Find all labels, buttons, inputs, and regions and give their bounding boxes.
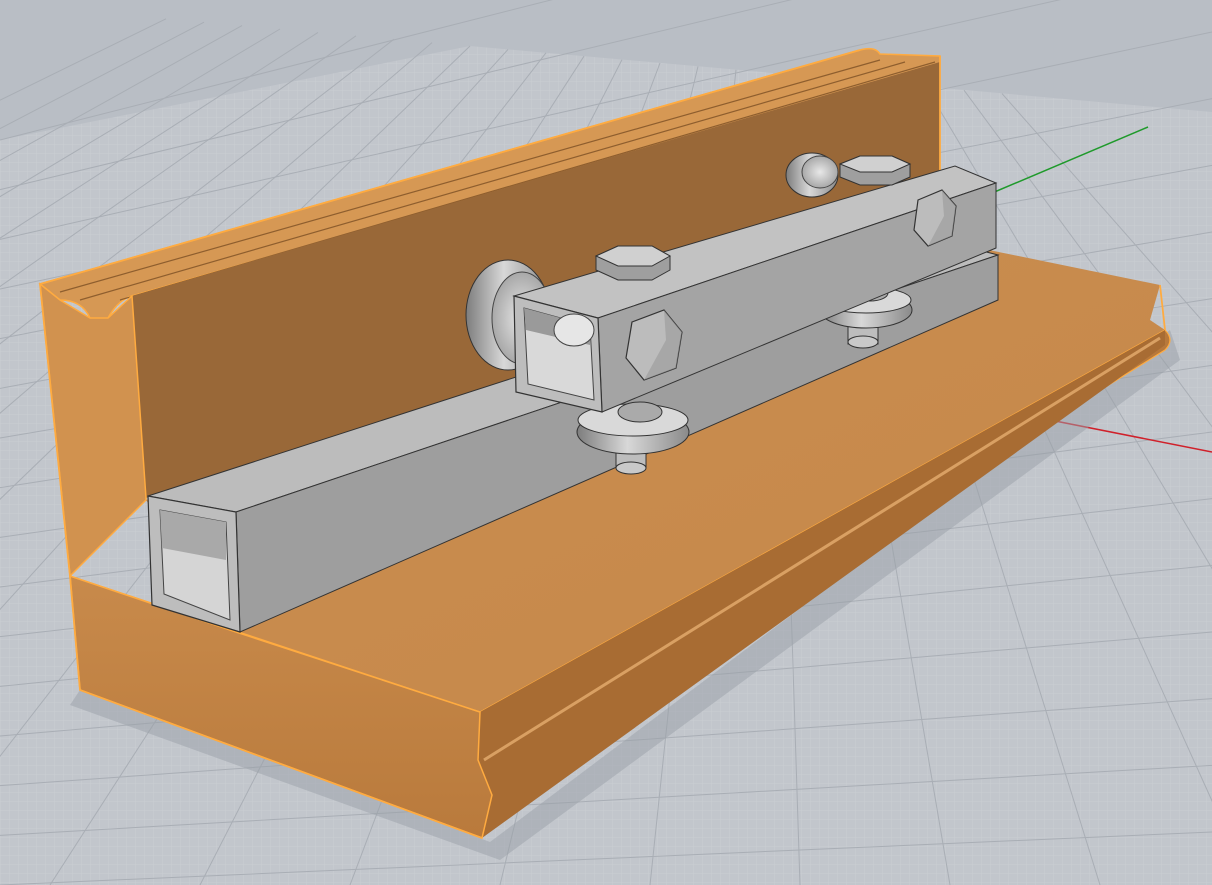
wheel-axle-cap [847, 335, 879, 349]
trolley-inner-axle [553, 313, 595, 347]
wheel-axle-cap [615, 461, 647, 475]
guide-wheel[interactable] [785, 152, 839, 198]
wheel-face [801, 155, 839, 189]
viewport-canvas[interactable] [0, 0, 1212, 885]
hex-bolt[interactable] [838, 155, 912, 186]
3d-viewport[interactable] [0, 0, 1212, 885]
wheel-hub [617, 401, 663, 423]
hex-bolt[interactable] [594, 245, 672, 281]
hex-bolt[interactable] [913, 189, 957, 247]
